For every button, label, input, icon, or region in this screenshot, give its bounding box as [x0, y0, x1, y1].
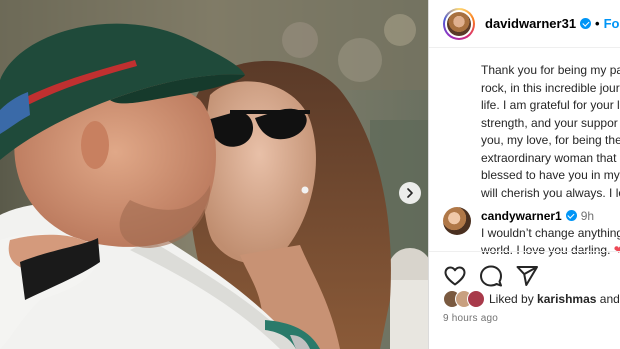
comment-time: 9h — [580, 209, 595, 223]
chevron-right-icon — [407, 188, 413, 198]
heart-outline-icon[interactable] — [443, 264, 467, 288]
liker-avatar[interactable] — [467, 290, 485, 308]
separator-dot: • — [595, 16, 600, 31]
post-header: davidwarner31 • Follow — [429, 0, 620, 48]
commenter-username[interactable]: candywarner1 — [481, 209, 562, 223]
post-sidebar: davidwarner31 • Follow Thank you for being… — [428, 0, 620, 349]
post-caption: Thank you for being my pa rock, in this … — [481, 62, 620, 202]
caption-line: extraordinary woman that — [481, 150, 617, 165]
caption-line: life. I am grateful for your l — [481, 98, 620, 112]
caption-line: strength, and your suppor — [481, 115, 618, 130]
likes-row: Liked by karishmas and — [443, 290, 620, 310]
paper-plane-icon[interactable] — [515, 264, 539, 288]
verified-badge-icon — [565, 210, 577, 221]
post-timestamp[interactable]: 9 hours ago — [443, 313, 498, 324]
caption-line: blessed to have you in my — [481, 168, 620, 182]
comment-header: candywarner1 9h — [481, 209, 594, 223]
post-photo[interactable] — [0, 0, 428, 349]
comment-line: I wouldn’t change anything — [481, 226, 620, 240]
next-image-button[interactable] — [399, 182, 421, 204]
author-row: davidwarner31 • Follow — [485, 16, 620, 31]
verified-badge-icon — [580, 18, 592, 29]
likes-suffix[interactable]: and — [600, 292, 620, 306]
author-avatar[interactable] — [443, 8, 475, 40]
post-image — [0, 0, 428, 349]
caption-line: will cherish you always. I lo — [481, 185, 620, 200]
caption-line: you, my love, for being the — [481, 133, 620, 147]
caption-line: Thank you for being my pa — [481, 63, 620, 77]
commenter-avatar[interactable] — [443, 207, 471, 235]
caption-line: rock, in this incredible jour — [481, 80, 620, 95]
likes-text: Liked by karishmas and — [489, 292, 620, 306]
follow-button[interactable]: Follow — [604, 16, 620, 31]
liker-username[interactable]: karishmas — [537, 292, 596, 306]
author-username[interactable]: davidwarner31 — [485, 16, 576, 31]
likes-prefix: Liked by — [489, 292, 534, 306]
comment-bubble-icon[interactable] — [479, 264, 503, 288]
